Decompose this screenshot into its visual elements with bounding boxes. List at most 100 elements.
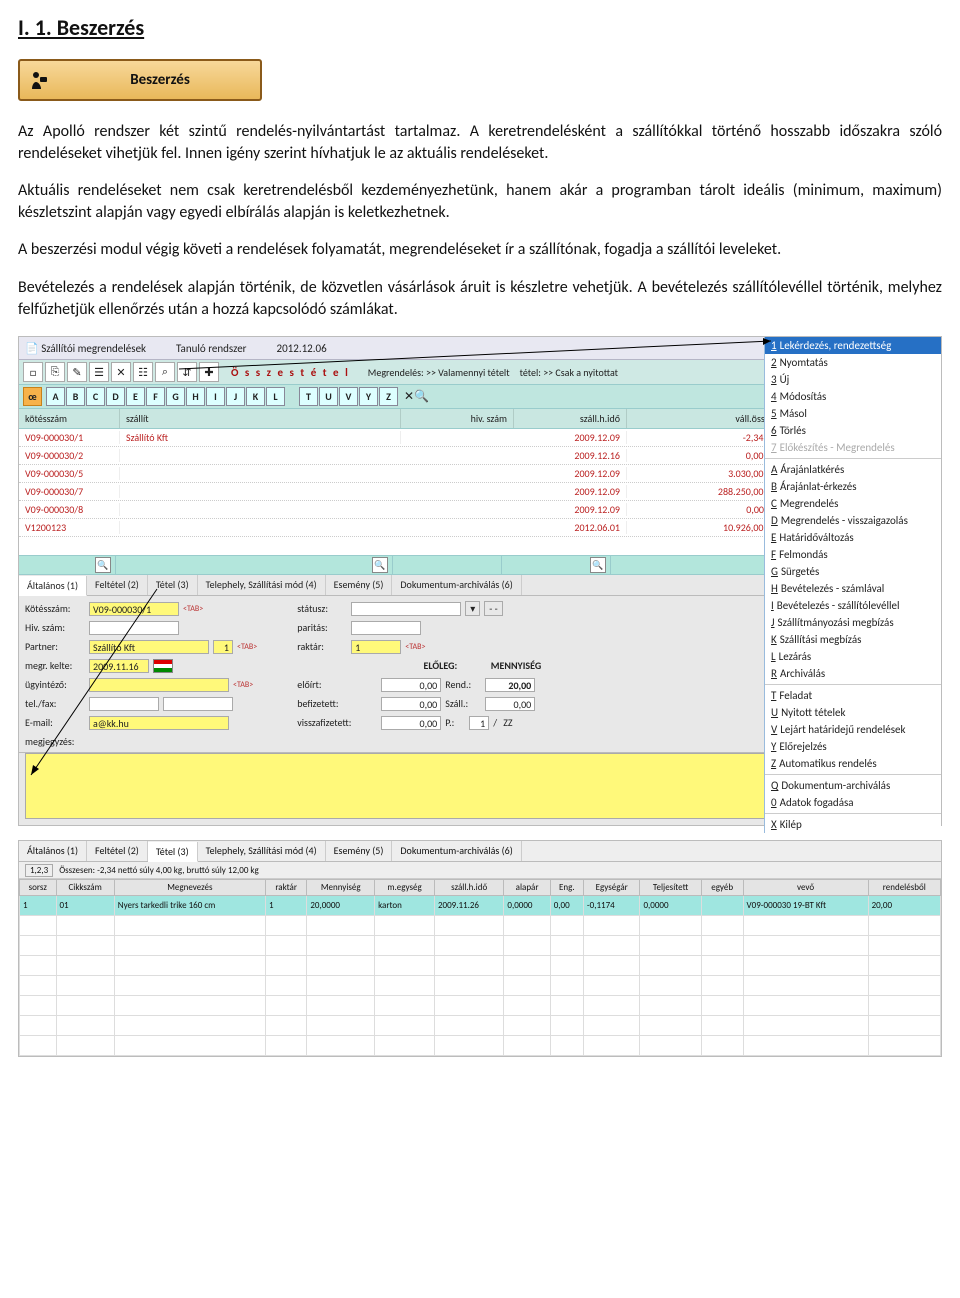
menu-item-t[interactable]: TFeladat: [765, 687, 941, 704]
menu-item-l[interactable]: LLezárás: [765, 648, 941, 665]
item-header[interactable]: raktár: [265, 880, 306, 896]
detail-tab2-2[interactable]: Tétel (3): [148, 842, 198, 862]
menu-item-6[interactable]: 6Törlés: [765, 422, 941, 439]
input-hivszam[interactable]: [89, 621, 179, 635]
input-email[interactable]: a@kk.hu: [89, 716, 229, 730]
toolbar-button-2[interactable]: ✎: [67, 362, 87, 382]
menu-item-r[interactable]: RArchiválás: [765, 665, 941, 682]
grid-header-kotesszam[interactable]: kötésszám: [19, 409, 120, 428]
input-paritas[interactable]: [351, 621, 421, 635]
input-raktar[interactable]: 1: [351, 640, 401, 654]
menu-item-e[interactable]: EHatáridőváltozás: [765, 529, 941, 546]
item-header[interactable]: száll.h.idő: [434, 880, 503, 896]
menu-item-b[interactable]: BÁrajánlat-érkezés: [765, 478, 941, 495]
filter-a[interactable]: Megrendelés: >> Valamennyi tételt: [368, 366, 510, 379]
grid-header-szallhido[interactable]: száll.h.idő: [514, 409, 627, 428]
menu-item-y[interactable]: YElőrejelzés: [765, 738, 941, 755]
detail-tab-0[interactable]: Általános (1): [19, 576, 87, 596]
item-header[interactable]: Eng.: [550, 880, 583, 896]
menu-item-z[interactable]: ZAutomatikus rendelés: [765, 755, 941, 772]
menu-item-d[interactable]: DMegrendelés - visszaigazolás: [765, 512, 941, 529]
toolbar-button-1[interactable]: ⎘: [45, 362, 65, 382]
input-kotesszam[interactable]: V09-000030/1: [89, 602, 179, 616]
menu-item-a[interactable]: AÁrajánlatkérés: [765, 461, 941, 478]
alpha-key-v[interactable]: V: [339, 387, 358, 406]
menu-item-5[interactable]: 5Másol: [765, 405, 941, 422]
item-header[interactable]: rendelésből: [868, 880, 940, 896]
detail-tab-3[interactable]: Telephely, Szállítási mód (4): [198, 575, 326, 595]
item-header[interactable]: egyéb: [701, 880, 743, 896]
input-megrkelte[interactable]: 2009.11.16: [89, 659, 149, 673]
toolbar-button-7[interactable]: ⇵: [177, 362, 197, 382]
input-partner-no[interactable]: 1: [213, 640, 233, 654]
alpha-key-b[interactable]: B: [66, 387, 85, 406]
menu-item-0[interactable]: 0Adatok fogadása: [765, 794, 941, 811]
detail-tab2-5[interactable]: Dokumentum-archiválás (6): [392, 841, 521, 861]
alpha-key-e[interactable]: E: [126, 387, 145, 406]
toolbar-button-0[interactable]: □: [23, 362, 43, 382]
grid-header-szallit[interactable]: szállít: [120, 409, 401, 428]
toolbar-button-6[interactable]: ⌕: [155, 362, 175, 382]
detail-tab2-1[interactable]: Feltétel (2): [87, 841, 148, 861]
alpha-key-g[interactable]: G: [166, 387, 185, 406]
item-header[interactable]: Mennyiség: [307, 880, 375, 896]
menu-item-c[interactable]: CMegrendelés: [765, 495, 941, 512]
menu-item-i[interactable]: IBevételezés - szállítólevéllel: [765, 597, 941, 614]
item-header[interactable]: m.egység: [375, 880, 435, 896]
menu-item-4[interactable]: 4Módosítás: [765, 388, 941, 405]
alpha-key-d[interactable]: D: [106, 387, 125, 406]
toolbar-button-8[interactable]: ✚: [199, 362, 219, 382]
menu-item-f[interactable]: FFelmondás: [765, 546, 941, 563]
toolbar-button-5[interactable]: ☷: [133, 362, 153, 382]
menu-item-h[interactable]: HBevételezés - számlával: [765, 580, 941, 597]
alpha-key-c[interactable]: C: [86, 387, 105, 406]
alpha-key-u[interactable]: U: [319, 387, 338, 406]
menu-item-v[interactable]: VLejárt határidejű rendelések: [765, 721, 941, 738]
item-header[interactable]: Teljesített: [640, 880, 701, 896]
alpha-key-l[interactable]: L: [266, 387, 285, 406]
menu-item-g[interactable]: GSürgetés: [765, 563, 941, 580]
input-ugyintezo[interactable]: [89, 678, 229, 692]
menu-item-u[interactable]: UNyitott tételek: [765, 704, 941, 721]
menu-item-q[interactable]: QDokumentum-archiválás: [765, 777, 941, 794]
detail-tab-1[interactable]: Feltétel (2): [87, 575, 148, 595]
input-megjegyzes[interactable]: [25, 753, 783, 819]
menu-item-2[interactable]: 2Nyomtatás: [765, 354, 941, 371]
alpha-key-j[interactable]: J: [226, 387, 245, 406]
alpha-key-a[interactable]: A: [46, 387, 65, 406]
input-tel[interactable]: [89, 697, 159, 711]
alpha-key-y[interactable]: Y: [359, 387, 378, 406]
detail-tab-5[interactable]: Dokumentum-archiválás (6): [392, 575, 521, 595]
detail-tab2-0[interactable]: Általános (1): [19, 841, 87, 861]
toolbar-button-3[interactable]: ☰: [89, 362, 109, 382]
alpha-key-z[interactable]: Z: [379, 387, 398, 406]
alpha-key-h[interactable]: H: [186, 387, 205, 406]
input-statusz[interactable]: [351, 602, 461, 616]
detail-tab2-3[interactable]: Telephely, Szállítási mód (4): [198, 841, 326, 861]
item-header[interactable]: Megnevezés: [114, 880, 265, 896]
input-partner[interactable]: Szállító Kft: [89, 640, 209, 654]
item-header[interactable]: alapár: [504, 880, 550, 896]
search-icon[interactable]: 🔍: [590, 557, 606, 573]
alpha-key-i[interactable]: I: [206, 387, 225, 406]
alpha-key-t[interactable]: T: [299, 387, 318, 406]
search-icon[interactable]: 🔍: [372, 557, 388, 573]
alpha-key-f[interactable]: F: [146, 387, 165, 406]
search-icon[interactable]: 🔍: [95, 557, 111, 573]
input-fax[interactable]: [163, 697, 233, 711]
item-header[interactable]: vevő: [743, 880, 868, 896]
toolbar-button-4[interactable]: ✕: [111, 362, 131, 382]
item-grid[interactable]: sorszCikkszámMegnevezésraktárMennyiségm.…: [19, 879, 941, 1056]
menu-item-k[interactable]: KSzállítási megbízás: [765, 631, 941, 648]
item-header[interactable]: Egységár: [583, 880, 640, 896]
menu-item-x[interactable]: XKilép: [765, 816, 941, 833]
alpha-key-k[interactable]: K: [246, 387, 265, 406]
item-header[interactable]: Cikkszám: [56, 880, 114, 896]
menu-item-3[interactable]: 3Új: [765, 371, 941, 388]
detail-tab2-4[interactable]: Esemény (5): [326, 841, 393, 861]
detail-tab-2[interactable]: Tétel (3): [148, 575, 198, 595]
item-row[interactable]: 101Nyers tarkedli trike 160 cm120,0000ka…: [20, 896, 941, 916]
menu-item-j[interactable]: JSzállítmányozási megbízás: [765, 614, 941, 631]
filter-b[interactable]: tétel: >> Csak a nyitottat: [520, 366, 618, 379]
grid-header-hivszam[interactable]: hiv. szám: [401, 409, 514, 428]
